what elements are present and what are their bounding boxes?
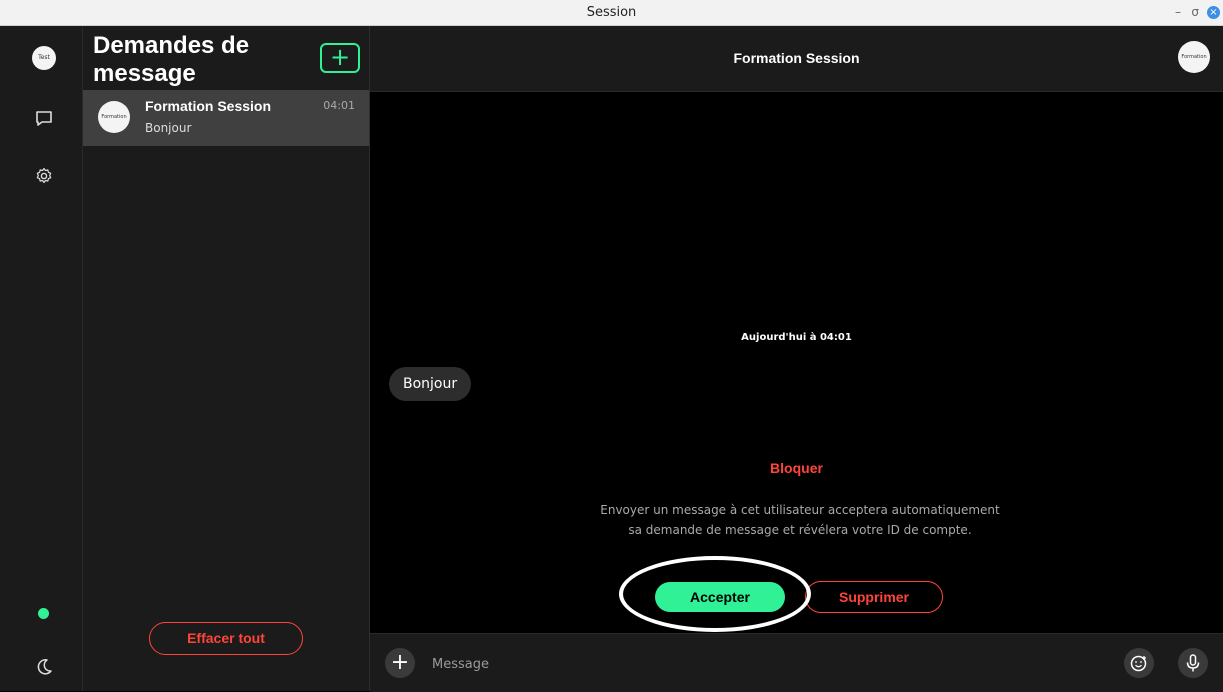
plus-icon: + bbox=[390, 650, 410, 675]
compose-button[interactable]: + bbox=[320, 43, 360, 73]
close-button[interactable]: × bbox=[1207, 6, 1220, 19]
message-requests-panel: Demandes de message + Formation Formatio… bbox=[83, 26, 370, 691]
highlight-ring bbox=[619, 556, 811, 632]
message-composer: + bbox=[370, 633, 1223, 692]
minimize-button[interactable]: – bbox=[1175, 0, 1181, 25]
emoji-button[interactable] bbox=[1124, 648, 1154, 678]
window-title: Session bbox=[586, 5, 637, 20]
request-list-item[interactable]: Formation Formation Session 04:01 Bonjou… bbox=[83, 90, 369, 146]
delete-button[interactable]: Supprimer bbox=[805, 581, 943, 613]
gear-icon[interactable] bbox=[34, 166, 54, 186]
chat-bubble-icon[interactable] bbox=[34, 109, 54, 129]
message-bubble: Bonjour bbox=[389, 367, 472, 401]
conversation-body: Aujourd'hui à 04:01 Bonjour Bloquer Envo… bbox=[370, 92, 1223, 632]
online-status-dot bbox=[38, 608, 49, 619]
plus-icon: + bbox=[329, 43, 351, 71]
request-time: 04:01 bbox=[323, 99, 355, 112]
conversation-title: Formation Session bbox=[733, 50, 860, 66]
request-info-text: Envoyer un message à cet utilisateur acc… bbox=[600, 503, 1000, 537]
microphone-icon bbox=[1186, 654, 1200, 672]
clear-all-button[interactable]: Effacer tout bbox=[149, 622, 303, 655]
emoji-icon bbox=[1130, 655, 1147, 672]
add-attachment-button[interactable]: + bbox=[385, 648, 415, 678]
avatar[interactable]: Formation bbox=[1178, 41, 1210, 73]
conversation-header: Formation Session Formation bbox=[370, 26, 1223, 92]
user-avatar[interactable]: Test bbox=[32, 46, 56, 70]
request-preview: Bonjour bbox=[145, 121, 192, 135]
moon-icon[interactable] bbox=[34, 657, 54, 677]
avatar: Formation bbox=[98, 101, 130, 133]
maximize-button[interactable]: σ bbox=[1191, 0, 1199, 25]
block-button[interactable]: Bloquer bbox=[370, 460, 1223, 476]
message-input[interactable] bbox=[430, 650, 1074, 678]
page-title: Demandes de message bbox=[93, 32, 250, 87]
request-name: Formation Session bbox=[145, 98, 272, 114]
window-titlebar: Session – σ × bbox=[0, 0, 1223, 26]
microphone-button[interactable] bbox=[1178, 648, 1208, 678]
nav-rail: Test bbox=[0, 26, 83, 691]
date-separator: Aujourd'hui à 04:01 bbox=[741, 332, 852, 343]
